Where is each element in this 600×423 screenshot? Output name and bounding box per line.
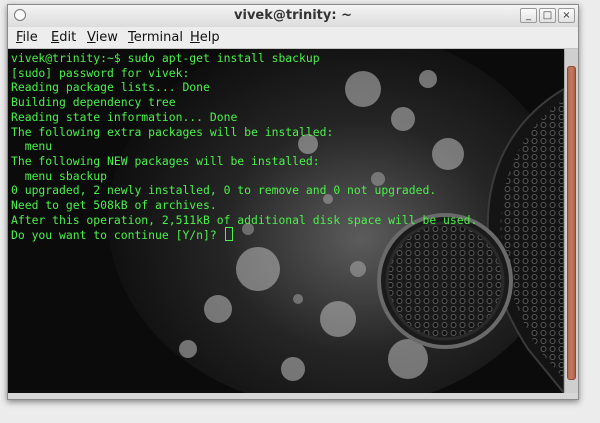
menu-terminal[interactable]: Terminal [128,30,183,45]
scrollbar-thumb[interactable] [567,66,576,380]
menu-view[interactable]: View [87,30,118,45]
menu-file[interactable]: File [16,30,38,45]
title-bar[interactable]: vivek@trinity: ~ _ □ × [8,5,578,28]
close-button[interactable]: × [558,8,575,23]
window-title: vivek@trinity: ~ [234,8,352,23]
minimize-button[interactable]: _ [520,8,537,23]
menu-help[interactable]: Help [190,30,220,45]
vertical-scrollbar[interactable] [564,49,578,393]
menu-edit[interactable]: Edit [51,30,76,45]
terminal-output: vivek@trinity:~$ sudo apt-get install sb… [11,51,478,243]
terminal-window: vivek@trinity: ~ _ □ × File Edit View Te… [7,4,579,400]
terminal-area[interactable]: vivek@trinity:~$ sudo apt-get install sb… [8,49,564,393]
menu-bar: File Edit View Terminal Help [8,27,578,49]
maximize-button[interactable]: □ [539,8,556,23]
text-cursor [224,227,233,242]
